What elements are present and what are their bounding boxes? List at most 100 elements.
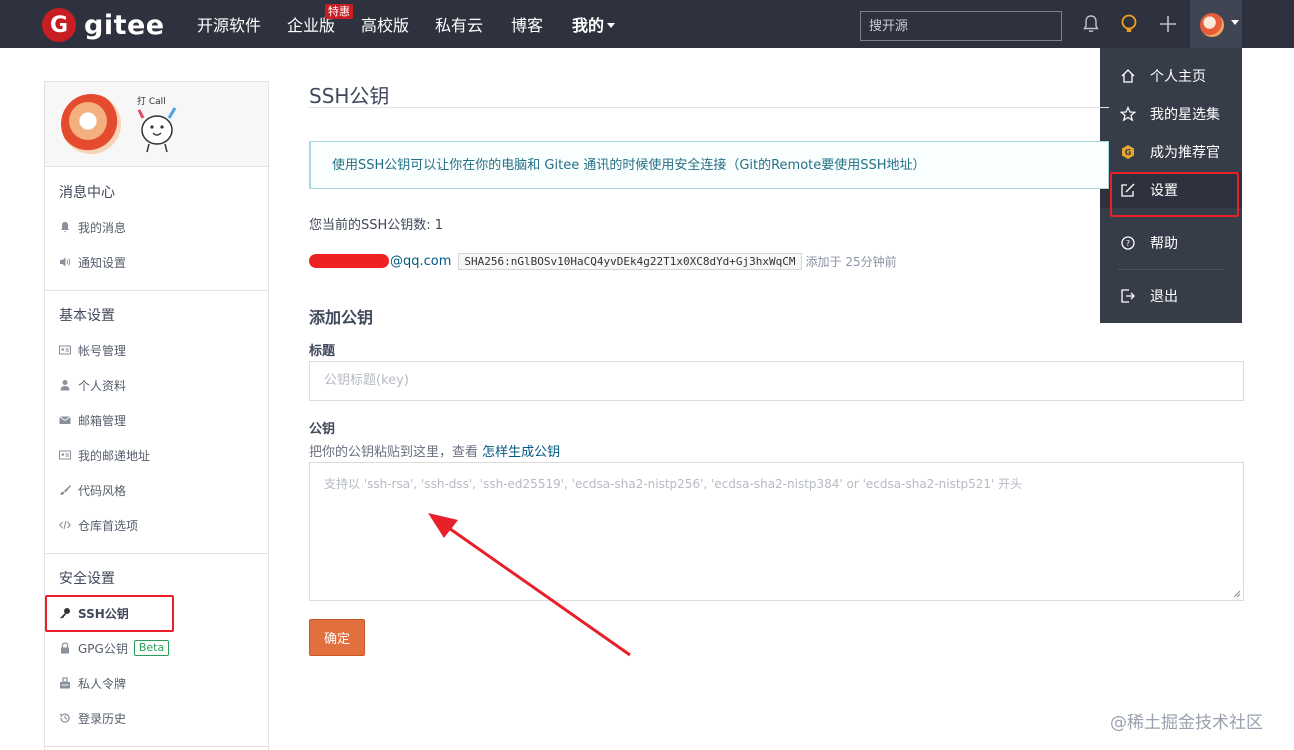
section-title-basic: 基本设置 bbox=[59, 308, 115, 324]
mail-icon bbox=[59, 416, 71, 424]
title-label: 标题 bbox=[309, 344, 336, 359]
sidebar-item-label: 我的消息 bbox=[78, 220, 127, 235]
sidebar-item-gpg-keys[interactable]: GPG公钥 Beta bbox=[59, 639, 170, 657]
sidebar-item-account[interactable]: 帐号管理 bbox=[59, 341, 126, 359]
sidebar-item-label: 邮箱管理 bbox=[78, 413, 127, 428]
sidebar-item-email[interactable]: 邮箱管理 bbox=[59, 411, 126, 429]
key-title-input[interactable]: 公钥标题(key) bbox=[309, 361, 1244, 401]
nav-open-source[interactable]: 开源软件 bbox=[197, 0, 261, 48]
logout-icon bbox=[1121, 289, 1135, 303]
sidebar-item-mailing-address[interactable]: 我的邮递地址 bbox=[59, 446, 150, 464]
dropdown-label: 帮助 bbox=[1150, 236, 1178, 252]
key-email[interactable]: @qq.com bbox=[390, 254, 451, 269]
key-added-time: 添加于 25分钟前 bbox=[805, 254, 897, 269]
sidebar-item-my-messages[interactable]: 我的消息 bbox=[59, 218, 126, 236]
sidebar-item-label: 代码风格 bbox=[78, 483, 127, 498]
star-icon bbox=[1120, 106, 1136, 122]
token-icon bbox=[60, 677, 70, 689]
sidebar-divider bbox=[45, 290, 268, 291]
help-icon: ? bbox=[1121, 236, 1135, 250]
annotation-highlight-ssh-keys bbox=[45, 595, 174, 632]
resize-grip-icon[interactable] bbox=[1233, 590, 1241, 598]
svg-text:?: ? bbox=[1126, 239, 1130, 248]
hint-text: 把你的公钥粘贴到这里，查看 bbox=[309, 445, 479, 460]
sidebar-item-label: 通知设置 bbox=[78, 255, 127, 270]
how-to-generate-key-link[interactable]: 怎样生成公钥 bbox=[482, 445, 560, 460]
sidebar-divider bbox=[45, 553, 268, 554]
dropdown-item-help[interactable]: ? 帮助 bbox=[1100, 225, 1242, 261]
public-key-hint: 把你的公钥粘贴到这里，查看 怎样生成公钥 bbox=[309, 441, 560, 460]
dropdown-item-recommender[interactable]: G 成为推荐官 bbox=[1100, 134, 1242, 170]
redacted-email-mark bbox=[309, 254, 389, 268]
lock-icon bbox=[61, 642, 69, 654]
annotation-highlight-settings bbox=[1110, 172, 1239, 217]
dropdown-label: 我的星选集 bbox=[1150, 107, 1220, 123]
submit-button[interactable]: 确定 bbox=[309, 619, 365, 656]
beta-badge: Beta bbox=[133, 640, 170, 656]
search-input[interactable] bbox=[860, 11, 1062, 41]
sidebar-item-private-tokens[interactable]: 私人令牌 bbox=[59, 674, 126, 692]
brush-icon bbox=[60, 485, 71, 495]
sidebar-item-repo-preferences[interactable]: 仓库首选项 bbox=[59, 516, 138, 534]
dropdown-item-logout[interactable]: 退出 bbox=[1100, 278, 1242, 314]
sidebar-item-label: 我的邮递地址 bbox=[78, 448, 151, 463]
sidebar-profile: 打 Call bbox=[45, 82, 268, 167]
textarea-placeholder: 支持以 'ssh-rsa', 'ssh-dss', 'ssh-ed25519',… bbox=[324, 477, 1023, 491]
volume-icon bbox=[60, 257, 71, 267]
nav-education[interactable]: 高校版 bbox=[361, 0, 409, 48]
ssh-key-count: 您当前的SSH公钥数: 1 bbox=[309, 218, 444, 233]
dropdown-label: 个人主页 bbox=[1150, 69, 1206, 85]
logo-text: gitee bbox=[84, 9, 165, 41]
id-card-icon bbox=[59, 345, 71, 355]
lightbulb-icon[interactable] bbox=[1118, 13, 1140, 35]
ssh-key-row: @qq.com SHA256:nGlBOSv10HaCQ4yvDEk4g22T1… bbox=[309, 251, 897, 271]
watermark: @稀土掘金技术社区 bbox=[1110, 713, 1263, 733]
nav-mine-label: 我的 bbox=[572, 16, 605, 35]
bell-icon bbox=[61, 222, 69, 233]
address-card-icon bbox=[59, 450, 71, 460]
section-title-security: 安全设置 bbox=[59, 571, 115, 587]
sidebar-item-label: 私人令牌 bbox=[78, 676, 127, 691]
sidebar-divider bbox=[45, 746, 268, 747]
user-icon bbox=[60, 380, 70, 391]
top-navbar: G gitee 开源软件 企业版 特惠 高校版 私有云 博客 我的 bbox=[0, 0, 1294, 48]
add-key-heading: 添加公钥 bbox=[309, 308, 374, 327]
history-icon bbox=[59, 713, 70, 723]
dropdown-divider bbox=[1118, 269, 1224, 270]
nav-private-cloud[interactable]: 私有云 bbox=[435, 0, 483, 48]
user-menu-toggle[interactable] bbox=[1190, 0, 1242, 48]
sidebar-item-label: 登录历史 bbox=[78, 711, 127, 726]
settings-sidebar: 打 Call 消息中心 我的消息 通知设置 基本设置 帐号管理 个人资料 邮箱管… bbox=[44, 81, 269, 750]
sidebar-item-profile[interactable]: 个人资料 bbox=[59, 376, 126, 394]
mascot-text: 打 Call bbox=[137, 95, 166, 107]
sidebar-item-login-history[interactable]: 登录历史 bbox=[59, 709, 126, 727]
dropdown-item-home[interactable]: 个人主页 bbox=[1100, 58, 1242, 94]
plus-icon[interactable] bbox=[1157, 13, 1179, 35]
sidebar-item-label: 个人资料 bbox=[78, 378, 127, 393]
sidebar-item-notification-settings[interactable]: 通知设置 bbox=[59, 253, 126, 271]
home-icon bbox=[1121, 69, 1135, 83]
code-icon bbox=[59, 520, 71, 530]
chevron-down-icon bbox=[607, 23, 616, 28]
key-fingerprint: SHA256:nGlBOSv10HaCQ4yvDEk4g22T1x0XC8dYd… bbox=[458, 252, 802, 270]
dropdown-label: 退出 bbox=[1150, 289, 1178, 305]
logo-mark: G bbox=[42, 8, 76, 42]
special-offer-badge: 特惠 bbox=[325, 4, 353, 19]
public-key-textarea[interactable]: 支持以 'ssh-rsa', 'ssh-dss', 'ssh-ed25519',… bbox=[309, 462, 1244, 601]
sidebar-item-label: GPG公钥 bbox=[78, 641, 128, 656]
gitee-logo[interactable]: G gitee bbox=[42, 8, 165, 42]
bell-icon[interactable] bbox=[1080, 13, 1102, 35]
dropdown-item-stars[interactable]: 我的星选集 bbox=[1100, 96, 1242, 132]
nav-blog[interactable]: 博客 bbox=[511, 0, 543, 48]
ssh-info-alert: 使用SSH公钥可以让你在你的电脑和 Gitee 通讯的时候使用安全连接（Git的… bbox=[309, 141, 1109, 189]
chevron-down-icon bbox=[1231, 20, 1239, 25]
page-title: SSH公钥 bbox=[309, 84, 390, 108]
svg-text:G: G bbox=[1125, 148, 1132, 157]
public-key-label: 公钥 bbox=[309, 422, 336, 437]
section-title-messages: 消息中心 bbox=[59, 185, 115, 201]
nav-mine[interactable]: 我的 bbox=[572, 0, 616, 48]
gitee-badge-icon: G bbox=[1122, 145, 1134, 159]
sidebar-item-code-style[interactable]: 代码风格 bbox=[59, 481, 126, 499]
avatar[interactable] bbox=[61, 94, 121, 154]
title-divider bbox=[309, 107, 1109, 108]
